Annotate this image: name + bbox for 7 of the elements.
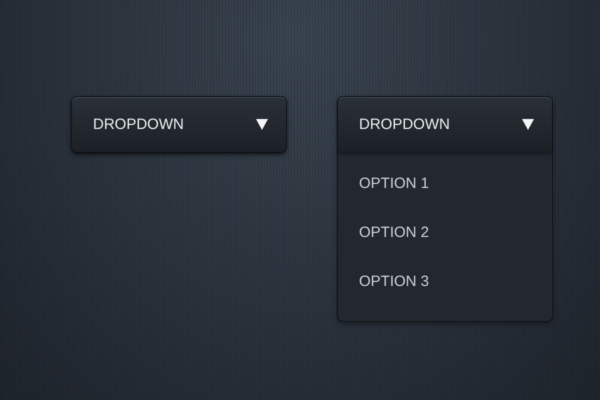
- dropdown-arrow-icon: [522, 119, 534, 130]
- dropdown-option[interactable]: OPTION 2: [338, 208, 552, 257]
- dropdown-option[interactable]: OPTION 1: [338, 159, 552, 208]
- dropdown-button[interactable]: DROPDOWN: [72, 97, 286, 152]
- dropdown-button[interactable]: DROPDOWN: [338, 97, 552, 152]
- dropdown-option[interactable]: OPTION 3: [338, 257, 552, 306]
- dropdown-arrow-icon: [256, 119, 268, 130]
